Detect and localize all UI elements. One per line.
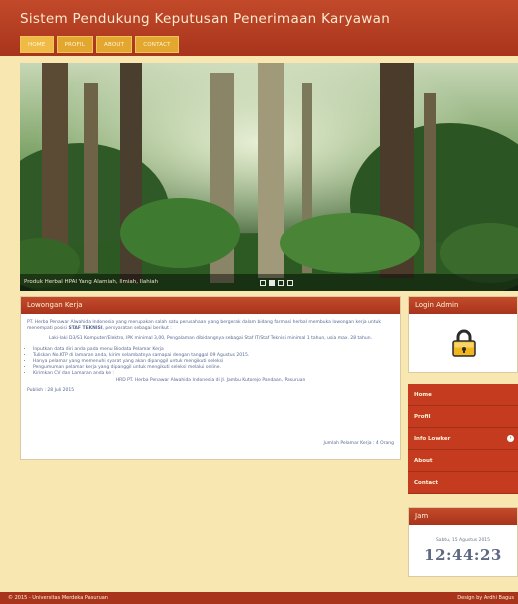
- site-title: Sistem Pendukung Keputusan Penerimaan Ka…: [20, 11, 391, 27]
- menu-info-lowker[interactable]: Info Lowker ›: [408, 428, 518, 450]
- vacancy-intro: PT. Herba Penawar Alwahida Indonesia yan…: [27, 320, 381, 332]
- menu-profil[interactable]: Profil: [408, 406, 518, 428]
- slide-dot[interactable]: [287, 280, 293, 286]
- job-vacancy-panel: Lowongan Kerja PT. Herba Penawar Alwahid…: [20, 296, 401, 460]
- lock-icon[interactable]: [451, 328, 477, 362]
- slide-dot[interactable]: [278, 280, 284, 286]
- login-admin-panel: Login Admin: [408, 296, 518, 373]
- menu-contact[interactable]: Contact: [408, 472, 518, 494]
- site-header: Sistem Pendukung Keputusan Penerimaan Ka…: [0, 0, 518, 56]
- position-name: STAF TEKNISI: [68, 326, 103, 332]
- chevron-right-icon: ›: [507, 435, 514, 442]
- side-menu: Home Profil Info Lowker › About Contact: [408, 384, 518, 496]
- publish-date: Publish : 28 Juli 2015: [27, 387, 75, 393]
- designer-credit: Design by Ardhi Bagus: [457, 595, 514, 601]
- image-slider[interactable]: Produk Herbal HPAI Yang Alamiah, Ilmiah,…: [20, 63, 518, 291]
- site-footer: © 2015 - Universitas Merdeka Pasuruan De…: [0, 592, 518, 604]
- panel-title: Login Admin: [409, 297, 517, 314]
- applicant-count: Jumlah Pelamar Kerja : 4 Orang: [323, 441, 395, 446]
- forest-image: [20, 63, 518, 291]
- nav-contact[interactable]: CONTACT: [135, 36, 179, 53]
- panel-title: Lowongan Kerja: [21, 297, 400, 314]
- copyright: © 2015 - Universitas Merdeka Pasuruan: [8, 595, 108, 601]
- menu-about[interactable]: About: [408, 450, 518, 472]
- menu-home[interactable]: Home: [408, 384, 518, 406]
- current-date: Sabtu, 15 Agustus 2015: [435, 538, 491, 543]
- nav-home[interactable]: HOME: [20, 36, 54, 53]
- panel-title: Jam: [409, 508, 517, 525]
- steps-list: Inputkan data diri anda pada menu Biodat…: [27, 347, 394, 378]
- requirement-text: Laki-laki D3/S1 Komputer/Elektro, IPK mi…: [48, 336, 373, 342]
- nav-about[interactable]: ABOUT: [96, 36, 133, 53]
- nav-profil[interactable]: PROFIL: [56, 36, 94, 53]
- clock-panel: Jam Sabtu, 15 Agustus 2015 12:44:23: [408, 507, 518, 577]
- current-time: 12:44:23: [424, 546, 502, 564]
- main-nav: HOME PROFIL ABOUT CONTACT: [20, 36, 179, 53]
- slide-pager: [260, 280, 293, 286]
- slide-dot-active[interactable]: [269, 280, 275, 286]
- slide-dot[interactable]: [260, 280, 266, 286]
- hrd-address: HRD PT. Herba Penawar Alwahida Indonesia…: [115, 377, 306, 383]
